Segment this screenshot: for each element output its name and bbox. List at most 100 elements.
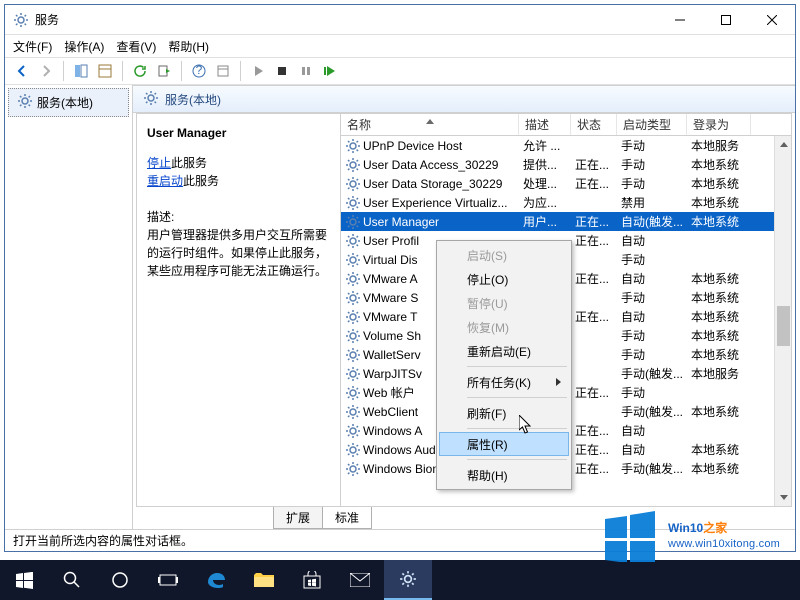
start-button[interactable] <box>0 560 48 600</box>
col-header-logon[interactable]: 登录为 <box>687 114 751 135</box>
taskbar-cortana-icon[interactable] <box>96 560 144 600</box>
tab-extended[interactable]: 扩展 <box>273 507 323 529</box>
menu-file[interactable]: 文件(F) <box>13 38 52 55</box>
cell-logon: 本地系统 <box>691 403 755 420</box>
toolbar-separator <box>122 61 123 81</box>
cell-startup: 自动 <box>621 441 691 458</box>
cell-startup: 手动 <box>621 327 691 344</box>
gear-icon <box>345 423 361 439</box>
menu-item-properties[interactable]: 属性(R) <box>439 432 569 456</box>
menu-item-label: 所有任务(K) <box>467 374 531 391</box>
services-window: 服务 文件(F) 操作(A) 查看(V) 帮助(H) ? <box>4 4 796 552</box>
service-row[interactable]: User Experience Virtualiz...为应...禁用本地系统 <box>341 193 791 212</box>
cell-name: User Experience Virtualiz... <box>363 196 523 210</box>
taskbar-services-icon[interactable] <box>384 560 432 600</box>
watermark: Win10之家 www.win10xitong.com <box>602 506 780 562</box>
gear-icon <box>345 176 361 192</box>
col-header-name[interactable]: 名称 <box>341 114 519 135</box>
cell-desc: 处理... <box>523 175 575 192</box>
gear-icon <box>345 195 361 211</box>
taskbar-taskview-icon[interactable] <box>144 560 192 600</box>
menu-item-restart[interactable]: 重新启动(E) <box>439 339 569 363</box>
menu-item-resume[interactable]: 恢复(M) <box>439 315 569 339</box>
cell-logon: 本地系统 <box>691 327 755 344</box>
cell-startup: 手动(触发... <box>621 365 691 382</box>
taskbar-mail-icon[interactable] <box>336 560 384 600</box>
restart-service-button[interactable] <box>319 60 341 82</box>
restart-link[interactable]: 重启动 <box>147 174 183 188</box>
gear-icon <box>345 328 361 344</box>
col-header-status[interactable]: 状态 <box>571 114 617 135</box>
menu-help[interactable]: 帮助(H) <box>168 38 209 55</box>
scroll-up-button[interactable] <box>775 136 791 153</box>
menu-item-help[interactable]: 帮助(H) <box>439 463 569 487</box>
properties-button[interactable] <box>212 60 234 82</box>
taskbar-search-icon[interactable] <box>48 560 96 600</box>
services-icon <box>13 12 29 28</box>
gear-icon <box>345 290 361 306</box>
menu-separator <box>467 397 567 398</box>
menu-item-pause[interactable]: 暂停(U) <box>439 291 569 315</box>
tab-standard[interactable]: 标准 <box>322 507 372 529</box>
taskbar-store-icon[interactable] <box>288 560 336 600</box>
refresh-button[interactable] <box>129 60 151 82</box>
gear-icon <box>345 271 361 287</box>
scroll-down-button[interactable] <box>775 489 791 506</box>
cell-status: 正在... <box>575 460 621 477</box>
pause-service-button[interactable] <box>295 60 317 82</box>
vertical-scrollbar[interactable] <box>774 136 791 506</box>
menu-item-refresh[interactable]: 刷新(F) <box>439 401 569 425</box>
taskbar-edge-icon[interactable] <box>192 560 240 600</box>
cell-startup: 自动 <box>621 308 691 325</box>
context-menu: 启动(S) 停止(O) 暂停(U) 恢复(M) 重新启动(E) 所有任务(K) … <box>436 240 572 490</box>
stop-link[interactable]: 停止 <box>147 156 171 170</box>
gear-icon <box>345 366 361 382</box>
cell-logon: 本地系统 <box>691 308 755 325</box>
desc-text: 用户管理器提供多用户交互所需要的运行时组件。如果停止此服务，某些应用程序可能无法… <box>147 226 330 280</box>
service-row[interactable]: User Data Access_30229提供...正在...手动本地系统 <box>341 155 791 174</box>
cell-startup: 手动 <box>621 289 691 306</box>
cell-status: 正在... <box>575 213 621 230</box>
desc-label: 描述: <box>147 208 330 226</box>
taskbar-explorer-icon[interactable] <box>240 560 288 600</box>
scroll-thumb[interactable] <box>777 306 790 346</box>
menu-item-start[interactable]: 启动(S) <box>439 243 569 267</box>
menu-view[interactable]: 查看(V) <box>116 38 156 55</box>
maximize-button[interactable] <box>703 5 749 34</box>
menu-item-all-tasks[interactable]: 所有任务(K) <box>439 370 569 394</box>
tree-item-services-local[interactable]: 服务(本地) <box>8 88 129 117</box>
export-button[interactable] <box>94 60 116 82</box>
minimize-button[interactable] <box>657 5 703 34</box>
selected-service-title: User Manager <box>147 126 330 140</box>
col-header-desc[interactable]: 描述 <box>519 114 571 135</box>
gear-icon <box>345 138 361 154</box>
help-button[interactable]: ? <box>188 60 210 82</box>
export-list-button[interactable] <box>153 60 175 82</box>
cell-status: 正在... <box>575 175 621 192</box>
menu-separator <box>467 366 567 367</box>
cell-startup: 手动 <box>621 251 691 268</box>
close-button[interactable] <box>749 5 795 34</box>
menu-separator <box>467 428 567 429</box>
gear-icon <box>345 385 361 401</box>
col-header-startup[interactable]: 启动类型 <box>617 114 687 135</box>
cell-startup: 手动(触发... <box>621 403 691 420</box>
menu-action[interactable]: 操作(A) <box>64 38 104 55</box>
cell-startup: 自动 <box>621 422 691 439</box>
cell-status: 正在... <box>575 308 621 325</box>
cell-status: 正在... <box>575 270 621 287</box>
gear-icon <box>345 252 361 268</box>
service-row[interactable]: User Manager用户...正在...自动(触发...本地系统 <box>341 212 791 231</box>
back-button[interactable] <box>11 60 33 82</box>
menu-item-stop[interactable]: 停止(O) <box>439 267 569 291</box>
gear-icon <box>143 90 159 109</box>
toolbar: ? <box>5 57 795 85</box>
stop-service-button[interactable] <box>271 60 293 82</box>
forward-button[interactable] <box>35 60 57 82</box>
service-row[interactable]: UPnP Device Host允许 ...手动本地服务 <box>341 136 791 155</box>
service-row[interactable]: User Data Storage_30229处理...正在...手动本地系统 <box>341 174 791 193</box>
cell-name: UPnP Device Host <box>363 139 523 153</box>
show-hide-tree-button[interactable] <box>70 60 92 82</box>
start-service-button[interactable] <box>247 60 269 82</box>
list-header: 名称 描述 状态 启动类型 登录为 <box>341 114 791 136</box>
